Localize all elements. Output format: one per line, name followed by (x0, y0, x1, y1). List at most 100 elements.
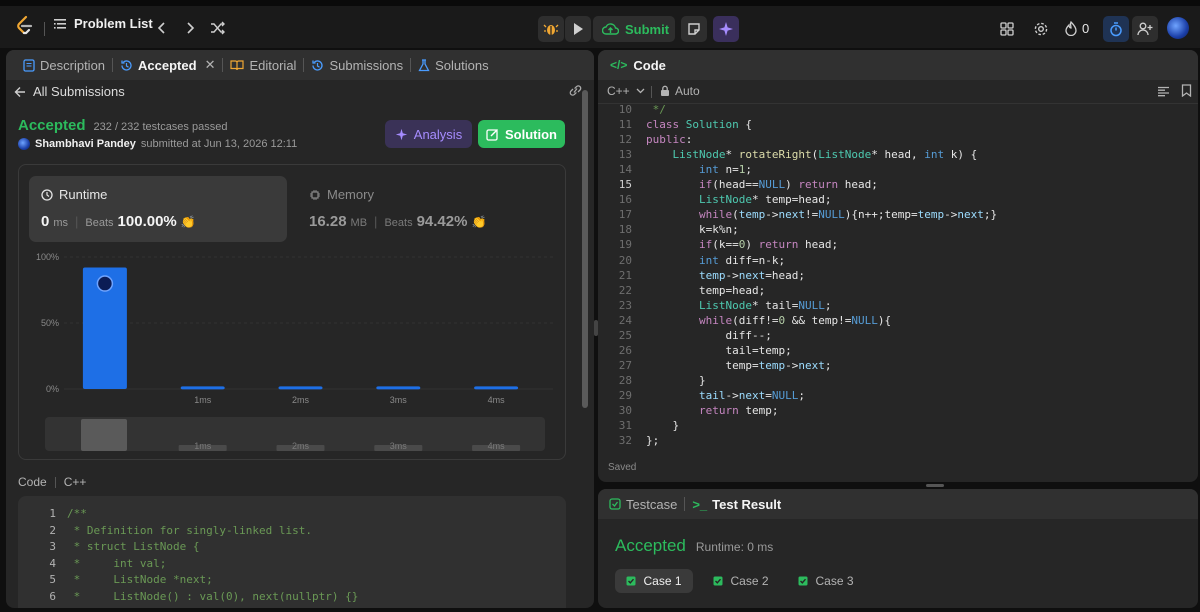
code-line[interactable]: 28 } (598, 374, 1198, 389)
memory-card[interactable]: Memory 16.28 MB | Beats 94.42% 👏 (299, 176, 557, 242)
runtime-beats-value: 100.00% (117, 213, 177, 230)
problem-list-button[interactable]: Problem List (53, 16, 153, 31)
line-number: 5 (49, 573, 56, 586)
code-line[interactable]: 25 diff--; (598, 329, 1198, 344)
ai-assist-button[interactable] (713, 16, 739, 42)
tab-testcase[interactable]: Testcase (609, 489, 684, 519)
case-2-button[interactable]: Case 2 (702, 569, 780, 593)
left-panel-scrollbar[interactable] (582, 90, 588, 408)
line-number: 28 (618, 373, 632, 387)
tab-test-result[interactable]: >_ Test Result (685, 489, 788, 519)
line-number: 18 (618, 223, 632, 237)
streak-counter[interactable]: 0 (1065, 21, 1089, 36)
submit-button[interactable]: Submit (593, 16, 675, 42)
back-to-submissions-link[interactable]: All Submissions (14, 84, 125, 99)
stats-card: Runtime 0 ms | Beats 100.00% 👏 Memory 16… (18, 164, 566, 460)
note-icon (688, 23, 700, 35)
avatar[interactable] (1167, 17, 1189, 39)
submitted-code-block: 1 /** 2 * Definition for singly-linked lis… (18, 496, 566, 608)
layout-button[interactable] (993, 15, 1021, 43)
y-tick-label: 0% (46, 384, 59, 394)
code-text: return temp; (699, 404, 779, 417)
shuffle-icon (211, 21, 225, 35)
history-icon (121, 59, 132, 71)
code-line[interactable]: 29 tail->next=NULL; (598, 389, 1198, 404)
code-line[interactable]: 22 temp=head; (598, 284, 1198, 299)
list-icon (54, 18, 66, 29)
language-select[interactable]: C++ (607, 84, 645, 98)
code-line[interactable]: 23 ListNode* tail=NULL; (598, 299, 1198, 314)
code-line[interactable]: 19 if(k==0) return head; (598, 238, 1198, 253)
tab-editorial[interactable]: Editorial (223, 50, 303, 80)
tab-solutions[interactable]: Solutions (411, 50, 495, 80)
bookmark-button[interactable] (1181, 84, 1192, 100)
tab-description[interactable]: Description (16, 50, 112, 80)
code-line[interactable]: 11 class Solution { (598, 118, 1198, 133)
code-line[interactable]: 20 int diff=n-k; (598, 254, 1198, 269)
code-line[interactable]: 32}; (598, 434, 1198, 449)
format-button[interactable] (1157, 85, 1170, 100)
tab-submissions[interactable]: Submissions (304, 50, 410, 80)
code-line[interactable]: 17 while(temp->next!=NULL){n++;temp=temp… (598, 208, 1198, 223)
line-number: 27 (618, 358, 632, 372)
code-line[interactable]: 24 while(diff!=0 && temp!=NULL){ (598, 314, 1198, 329)
analysis-button[interactable]: Analysis (385, 120, 472, 148)
overview-label: 1ms (194, 441, 212, 451)
editor-resize-handle[interactable] (926, 484, 944, 487)
tab-code[interactable]: </> Code (610, 58, 666, 73)
code-line[interactable]: 16 ListNode* temp=head; (598, 193, 1198, 208)
random-problem-button[interactable] (204, 14, 232, 42)
line-number: 11 (618, 118, 632, 132)
left-panel: Description Accepted ✕ Editorial Submiss… (6, 50, 594, 608)
code-text: int diff=n-k; (699, 253, 786, 267)
settings-button[interactable] (1027, 15, 1055, 43)
solution-label: Solution (505, 126, 557, 142)
code-line[interactable]: 21 temp->next=head; (598, 269, 1198, 284)
code-editor-panel: </> Code C++ Auto 10 */11 class Solution … (598, 50, 1198, 482)
code-editor[interactable]: 10 */11 class Solution {12 public: 13 ListN… (598, 100, 1198, 452)
line-number: 14 (618, 163, 632, 177)
tab-accepted-label: Accepted (138, 57, 197, 73)
close-icon[interactable]: ✕ (205, 57, 216, 73)
submission-time: submitted at Jun 13, 2026 12:11 (140, 138, 298, 150)
clap-icon: 👏 (471, 215, 487, 229)
notes-button[interactable] (681, 16, 707, 42)
line-number: 15 (618, 178, 632, 192)
saved-status: Saved (608, 462, 637, 473)
check-square-icon (713, 576, 723, 586)
code-line[interactable]: 13 ListNode* rotateRight(ListNode* head,… (598, 148, 1198, 163)
code-line[interactable]: 26 tail=temp; (598, 344, 1198, 359)
code-line[interactable]: 15 if(head==NULL) return head; (598, 178, 1198, 193)
case-1-button[interactable]: Case 1 (615, 569, 693, 593)
code-text: if(head==NULL) return head; (699, 178, 878, 192)
debug-button[interactable] (538, 16, 564, 42)
share-link-button[interactable] (568, 84, 583, 100)
code-line[interactable]: 12 public: (598, 133, 1198, 148)
result-tab-bar: Testcase >_ Test Result (598, 489, 1198, 519)
memory-value: 16.28 (309, 213, 347, 230)
timer-button[interactable] (1103, 16, 1129, 42)
tab-testcase-label: Testcase (626, 496, 678, 512)
user-avatar[interactable] (18, 138, 30, 150)
auto-mode-toggle[interactable]: Auto (660, 84, 700, 98)
code-text: * Definition for singly-linked list. (67, 523, 313, 537)
code-line[interactable]: 30 return temp; (598, 404, 1198, 419)
y-tick-label: 100% (36, 252, 59, 262)
leetcode-logo[interactable] (14, 15, 34, 37)
prev-problem-button[interactable] (148, 14, 176, 42)
code-line[interactable]: 14 int n=1; (598, 163, 1198, 178)
runtime-card[interactable]: Runtime 0 ms | Beats 100.00% 👏 (29, 176, 287, 242)
username[interactable]: Shambhavi Pandey (35, 138, 136, 150)
flask-icon (418, 58, 430, 71)
case-3-button[interactable]: Case 3 (787, 569, 865, 593)
invite-button[interactable] (1132, 16, 1158, 42)
code-line[interactable]: 10 */ (598, 103, 1198, 118)
run-button[interactable] (565, 16, 591, 42)
solution-button[interactable]: Solution (478, 120, 565, 148)
next-problem-button[interactable] (176, 14, 204, 42)
code-line[interactable]: 18 k=k%n; (598, 223, 1198, 238)
code-line[interactable]: 31 } (598, 419, 1198, 434)
code-line[interactable]: 27 temp=temp->next; (598, 359, 1198, 374)
tab-accepted[interactable]: Accepted ✕ (113, 50, 222, 80)
code-text: }; (646, 434, 660, 448)
